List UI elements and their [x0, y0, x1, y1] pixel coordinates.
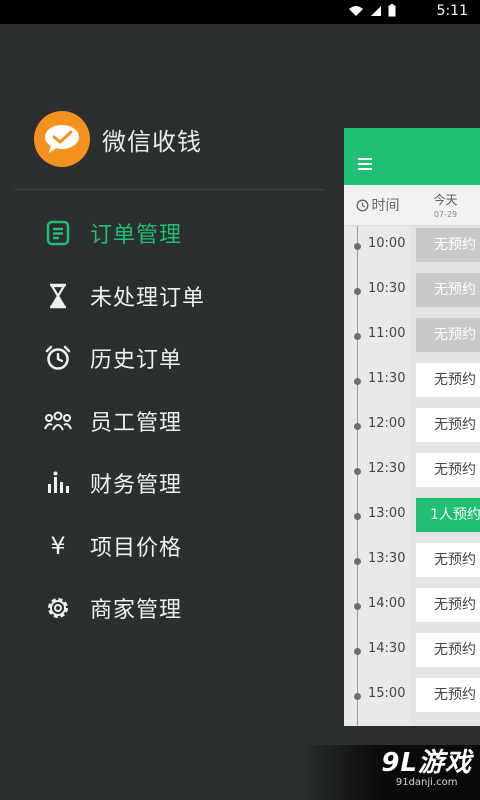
hamburger-menu-icon[interactable]	[358, 158, 372, 170]
schedule-row: 11:30 无预约	[344, 361, 480, 406]
slot-status[interactable]: 无预约	[416, 453, 480, 487]
slot-time: 13:30	[368, 551, 406, 566]
menu-item-project-price[interactable]: ¥ 项目价格	[0, 515, 335, 578]
menu-item-staff-management[interactable]: 员工管理	[0, 390, 335, 453]
schedule-row: 14:30 无预约	[344, 631, 480, 676]
schedule-row: 11:00 无预约	[344, 316, 480, 361]
timeline-dot	[354, 603, 361, 610]
yen-icon: ¥	[44, 532, 72, 560]
schedule-header: 时间 今天 07-29	[344, 185, 480, 226]
clock-icon	[356, 199, 368, 211]
wifi-icon	[349, 5, 363, 16]
menu-item-order-history[interactable]: 历史订单	[0, 327, 335, 390]
day-label: 今天	[433, 193, 458, 207]
day-column-header[interactable]: 今天 07-29	[411, 185, 480, 225]
menu-item-label: 项目价格	[90, 535, 183, 561]
timeline-dot	[354, 558, 361, 565]
slot-status[interactable]: 无预约	[416, 543, 480, 577]
menu-item-label: 历史订单	[90, 348, 183, 374]
timeline-dot	[354, 333, 361, 340]
navigation-drawer: 微信收钱 订单管理 未处理订单 历史订单 员工管理 财务管理 ¥ 项目价格 商家…	[0, 24, 335, 800]
slot-status-booked[interactable]: 1人预约	[416, 498, 480, 532]
slot-time: 12:30	[368, 461, 406, 476]
menu-item-merchant-management[interactable]: 商家管理	[0, 577, 335, 640]
schedule-panel: 时间 今天 07-29 10:00 无预约 10:30 无预约 11:00 无预…	[344, 128, 480, 726]
schedule-row: 12:30 无预约	[344, 451, 480, 496]
schedule-row: 10:30 无预约	[344, 271, 480, 316]
menu-item-pending-orders[interactable]: 未处理订单	[0, 265, 335, 328]
drawer-menu: 订单管理 未处理订单 历史订单 员工管理 财务管理 ¥ 项目价格 商家管理	[0, 202, 335, 640]
slot-time: 13:00	[368, 506, 406, 521]
schedule-row: 10:00 无预约	[344, 226, 480, 271]
battery-icon	[388, 4, 396, 17]
menu-item-label: 订单管理	[90, 223, 183, 249]
schedule-row: 13:00 1人预约	[344, 496, 480, 541]
slot-time: 11:00	[368, 326, 406, 341]
slot-status[interactable]: 无预约	[416, 318, 480, 352]
slot-status[interactable]: 无预约	[416, 588, 480, 622]
status-bar: 5:11	[0, 0, 480, 24]
menu-item-label: 商家管理	[90, 598, 183, 624]
gear-icon	[44, 594, 72, 622]
schedule-row: 14:00 无预约	[344, 586, 480, 631]
slot-time: 11:30	[368, 371, 406, 386]
bar-chart-icon	[44, 469, 72, 497]
slot-time: 14:00	[368, 596, 406, 611]
status-icons	[348, 4, 396, 17]
schedule-row: 12:00 无预约	[344, 406, 480, 451]
slot-time: 12:00	[368, 416, 406, 431]
slot-status[interactable]: 无预约	[416, 228, 480, 262]
menu-item-order-management[interactable]: 订单管理	[0, 202, 335, 265]
timeline-dot	[354, 378, 361, 385]
slot-status[interactable]: 无预约	[416, 408, 480, 442]
slot-status[interactable]: 无预约	[416, 678, 480, 712]
people-icon	[44, 407, 72, 435]
alarm-clock-icon	[44, 344, 72, 372]
document-list-icon	[44, 219, 72, 247]
watermark-brand: 9L游戏	[381, 748, 472, 778]
schedule-rows: 10:00 无预约 10:30 无预约 11:00 无预约 11:30 无预约 …	[344, 226, 480, 721]
menu-item-label: 员工管理	[90, 410, 183, 436]
timeline-dot	[354, 468, 361, 475]
slot-time: 14:30	[368, 641, 406, 656]
app-name: 微信收钱	[102, 127, 202, 156]
yen-glyph: ¥	[50, 531, 66, 560]
status-time: 5:11	[436, 3, 468, 19]
slot-time: 10:30	[368, 281, 406, 296]
schedule-row: 13:30 无预约	[344, 541, 480, 586]
slot-time: 15:00	[368, 686, 406, 701]
slot-time: 10:00	[368, 236, 406, 251]
slot-status[interactable]: 无预约	[416, 273, 480, 307]
app-brand: 微信收钱	[34, 111, 202, 167]
timeline-dot	[354, 423, 361, 430]
schedule-row: 15:00 无预约	[344, 676, 480, 721]
signal-icon	[371, 5, 381, 16]
app-toolbar	[344, 128, 480, 185]
site-watermark: 9L游戏 91danji.com	[381, 742, 472, 788]
timeline-dot	[354, 288, 361, 295]
timeline-dot	[354, 648, 361, 655]
chat-bubble-icon	[34, 111, 90, 167]
time-header-label: 时间	[371, 198, 400, 214]
menu-item-finance-management[interactable]: 财务管理	[0, 452, 335, 515]
day-date: 07-29	[433, 210, 458, 219]
hourglass-icon	[44, 282, 72, 310]
drawer-divider	[14, 189, 324, 190]
menu-item-label: 未处理订单	[90, 285, 206, 311]
menu-item-label: 财务管理	[90, 473, 183, 499]
timeline-dot	[354, 693, 361, 700]
slot-status[interactable]: 无预约	[416, 363, 480, 397]
slot-status[interactable]: 无预约	[416, 633, 480, 667]
timeline-dot	[354, 243, 361, 250]
timeline-dot	[354, 513, 361, 520]
time-column-header: 时间	[344, 185, 411, 225]
